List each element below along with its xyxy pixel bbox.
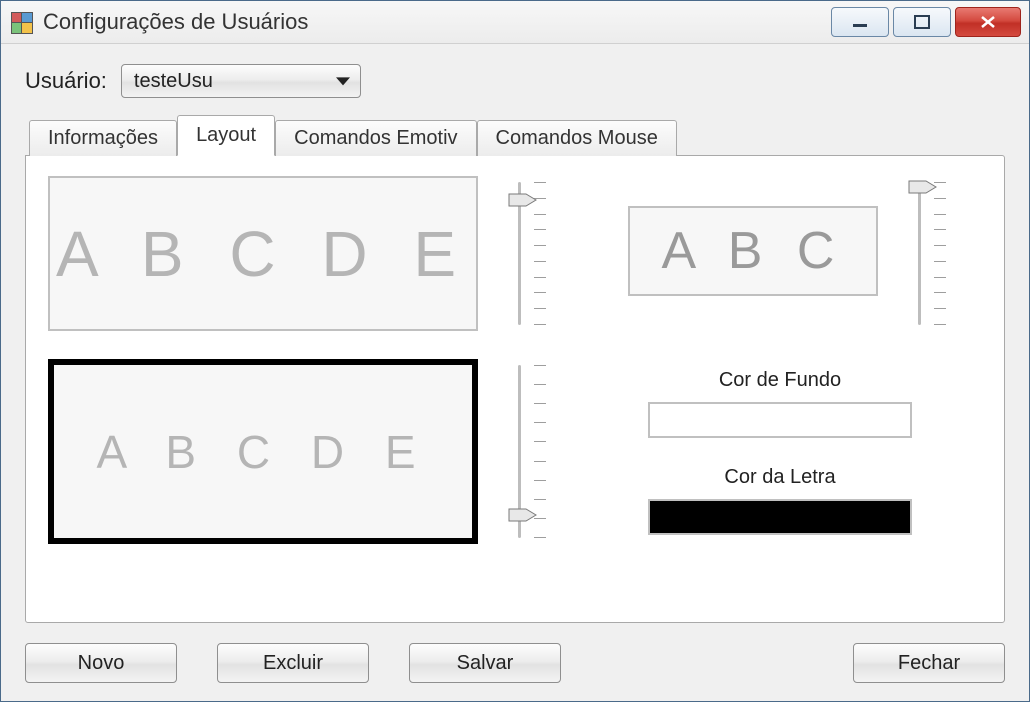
preview-box-small: A B C (628, 206, 878, 296)
chevron-down-icon (336, 77, 350, 85)
tabstrip: Informações Layout Comandos Emotiv Coman… (25, 114, 1005, 155)
close-button[interactable] (955, 7, 1021, 37)
tab-page-layout: A B C D E A B C (25, 155, 1005, 623)
minimize-button[interactable] (831, 7, 889, 37)
slider-thumb-icon (908, 179, 938, 195)
window-frame: Configurações de Usuários Usuário: teste… (0, 0, 1030, 702)
caption-bg-color: Cor de Fundo (719, 369, 841, 392)
close-icon (979, 15, 997, 29)
tab-layout[interactable]: Layout (177, 115, 275, 156)
swatch-background-color[interactable] (648, 402, 912, 438)
tab-informacoes[interactable]: Informações (29, 120, 177, 156)
window-title: Configurações de Usuários (43, 9, 308, 35)
slider-border[interactable] (498, 359, 558, 544)
user-row: Usuário: testeUsu (25, 64, 1005, 98)
client-area: Usuário: testeUsu Informações Layout Com… (1, 44, 1029, 701)
color-panel: Cor de Fundo Cor da Letra (578, 359, 982, 544)
app-icon (11, 12, 31, 32)
excluir-button[interactable]: Excluir (217, 643, 369, 683)
novo-button[interactable]: Novo (25, 643, 177, 683)
slider-large-font[interactable] (498, 176, 558, 331)
maximize-button[interactable] (893, 7, 951, 37)
minimize-icon (851, 15, 869, 29)
salvar-button[interactable]: Salvar (409, 643, 561, 683)
preview-box-border: A B C D E (48, 359, 478, 544)
titlebar: Configurações de Usuários (1, 1, 1029, 44)
preview-box-large: A B C D E (48, 176, 478, 331)
caption-fg-color: Cor da Letra (724, 466, 835, 489)
slider-thumb-icon (508, 507, 538, 523)
fechar-button[interactable]: Fechar (853, 643, 1005, 683)
user-combobox-value: testeUsu (134, 70, 213, 93)
window-buttons (831, 7, 1021, 37)
swatch-font-color[interactable] (648, 499, 912, 535)
maximize-icon (913, 15, 931, 29)
button-row: Novo Excluir Salvar Fechar (25, 643, 1005, 683)
layout-row-1: A B C D E A B C (48, 176, 982, 331)
slider-small-font[interactable] (898, 176, 958, 331)
layout-row-2: A B C D E Cor de Fundo Cor da Letra (48, 359, 982, 544)
tab-comandos-emotiv[interactable]: Comandos Emotiv (275, 120, 476, 156)
slider-thumb-icon (508, 192, 538, 208)
user-combobox[interactable]: testeUsu (121, 64, 361, 98)
user-label: Usuário: (25, 68, 107, 94)
tab-comandos-mouse[interactable]: Comandos Mouse (477, 120, 677, 156)
